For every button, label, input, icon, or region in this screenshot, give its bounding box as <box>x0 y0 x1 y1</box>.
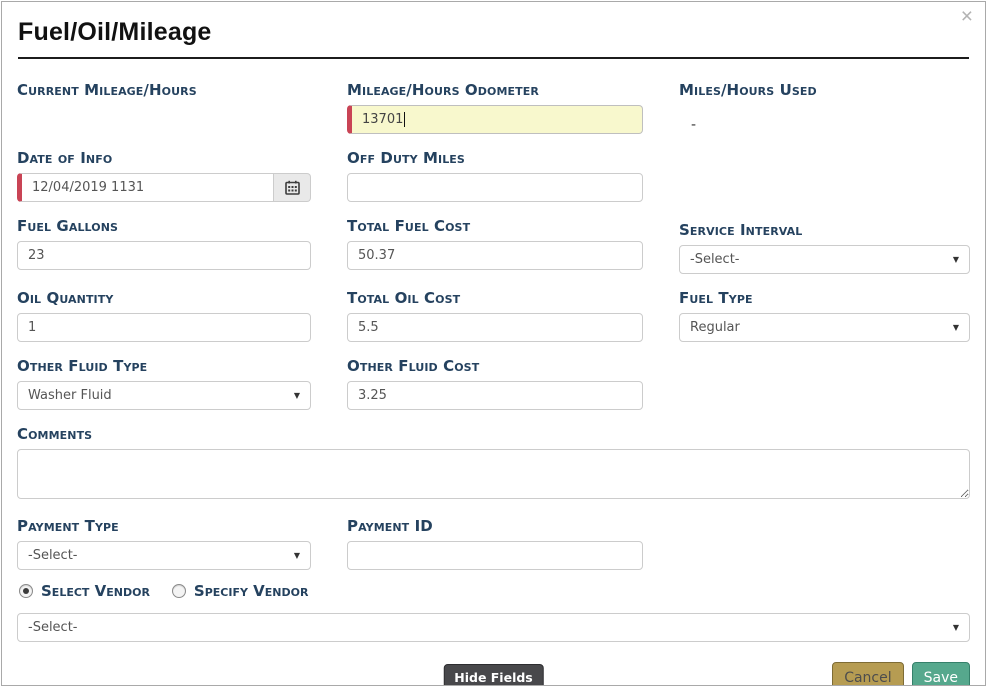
dialog-body: Current Mileage/Hours Mileage/Hours Odom… <box>2 59 985 686</box>
save-button[interactable]: Save <box>912 662 970 686</box>
comments-textarea[interactable] <box>17 449 970 499</box>
vendor-value: -Select- <box>28 620 78 635</box>
comments-label: Comments <box>17 425 970 443</box>
miles-hours-used-value: - <box>679 105 970 133</box>
payment-id-label: Payment ID <box>347 517 643 535</box>
other-fluid-type-select[interactable]: Washer Fluid ▼ <box>17 381 311 410</box>
calendar-icon <box>285 180 300 195</box>
mileage-hours-odometer-label: Mileage/Hours Odometer <box>347 81 643 99</box>
total-fuel-cost-input[interactable] <box>347 241 643 270</box>
current-mileage-hours-label: Current Mileage/Hours <box>17 81 311 99</box>
chevron-down-icon: ▼ <box>953 323 959 332</box>
vendor-select[interactable]: -Select- ▼ <box>17 613 970 642</box>
dialog-title: Fuel/Oil/Mileage <box>18 18 969 59</box>
fuel-type-value: Regular <box>690 320 740 335</box>
payment-type-value: -Select- <box>28 548 78 563</box>
other-fluid-cost-input[interactable] <box>347 381 643 410</box>
dialog-header: × Fuel/Oil/Mileage <box>2 2 985 59</box>
service-interval-select[interactable]: -Select- ▼ <box>679 245 970 274</box>
other-fluid-cost-label: Other Fluid Cost <box>347 357 643 375</box>
off-duty-miles-label: Off Duty Miles <box>347 149 643 167</box>
service-interval-label: Service Interval <box>679 221 970 239</box>
odometer-value: 13701 <box>362 112 403 127</box>
miles-hours-used-label: Miles/Hours Used <box>679 81 970 99</box>
fuel-gallons-label: Fuel Gallons <box>17 217 311 235</box>
total-oil-cost-input[interactable] <box>347 313 643 342</box>
hide-fields-button[interactable]: Hide Fields <box>443 664 544 686</box>
mileage-hours-odometer-input[interactable]: 13701 <box>347 105 643 134</box>
total-oil-cost-label: Total Oil Cost <box>347 289 643 307</box>
chevron-down-icon: ▼ <box>294 391 300 400</box>
oil-quantity-input[interactable] <box>17 313 311 342</box>
fuel-type-label: Fuel Type <box>679 289 970 307</box>
service-interval-value: -Select- <box>690 252 740 267</box>
date-of-info-input[interactable] <box>17 173 274 202</box>
fuel-type-select[interactable]: Regular ▼ <box>679 313 970 342</box>
other-fluid-type-label: Other Fluid Type <box>17 357 311 375</box>
text-caret <box>404 112 405 127</box>
specify-vendor-radio[interactable]: Specify Vendor <box>172 582 309 600</box>
other-fluid-type-value: Washer Fluid <box>28 388 112 403</box>
specify-vendor-label: Specify Vendor <box>194 582 309 600</box>
vendor-mode-group: Select Vendor Specify Vendor <box>19 582 970 600</box>
close-icon[interactable]: × <box>961 6 973 27</box>
payment-type-label: Payment Type <box>17 517 311 535</box>
select-vendor-label: Select Vendor <box>41 582 150 600</box>
payment-type-select[interactable]: -Select- ▼ <box>17 541 311 570</box>
total-fuel-cost-label: Total Fuel Cost <box>347 217 643 235</box>
chevron-down-icon: ▼ <box>953 255 959 264</box>
payment-id-input[interactable] <box>347 541 643 570</box>
chevron-down-icon: ▼ <box>953 623 959 632</box>
off-duty-miles-input[interactable] <box>347 173 643 202</box>
dialog-footer: Hide Fields Cancel Save <box>17 662 970 686</box>
fuel-gallons-input[interactable] <box>17 241 311 270</box>
date-of-info-label: Date of Info <box>17 149 311 167</box>
cancel-button[interactable]: Cancel <box>832 662 903 686</box>
fuel-oil-mileage-dialog: × Fuel/Oil/Mileage Current Mileage/Hours… <box>1 1 986 686</box>
oil-quantity-label: Oil Quantity <box>17 289 311 307</box>
radio-selected-icon <box>19 584 33 598</box>
chevron-down-icon: ▼ <box>294 551 300 560</box>
select-vendor-radio[interactable]: Select Vendor <box>19 582 150 600</box>
calendar-picker-button[interactable] <box>274 173 311 202</box>
radio-unselected-icon <box>172 584 186 598</box>
